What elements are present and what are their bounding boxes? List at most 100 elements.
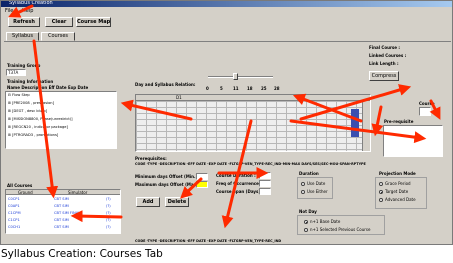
course-flag: (?) bbox=[106, 197, 111, 201]
tree-item[interactable]: ⊟ Flow Step bbox=[8, 93, 30, 97]
target-date-radio[interactable] bbox=[379, 190, 383, 194]
notday-label: Not Day bbox=[299, 209, 317, 214]
freq-label: Freq of Occurrence : bbox=[216, 181, 262, 186]
arrow-to-scroll bbox=[371, 105, 384, 137]
refresh-button[interactable]: Refresh bbox=[8, 17, 40, 27]
courses-list[interactable]: Ground Simulator C0CP1 CBT SIM (?) C0AP1… bbox=[5, 189, 121, 234]
tree-item[interactable]: ⊞ [DEGT , desc blurb] bbox=[8, 109, 47, 113]
tree-column-headers: Name Description Eff Date Exp Date bbox=[7, 85, 89, 90]
day-slider-track[interactable] bbox=[208, 76, 273, 78]
screenshot-frame: Syllabus Creation File Help Refresh Clea… bbox=[0, 0, 453, 245]
course-flag: (?) bbox=[106, 211, 111, 215]
tick-label: 5 bbox=[220, 86, 223, 91]
grid-scrollbar[interactable] bbox=[362, 101, 370, 151]
final-course-label: Final Course : bbox=[369, 45, 401, 50]
course-type: CBT SIM bbox=[54, 197, 69, 201]
course-type: CBT SIM bbox=[54, 218, 69, 222]
projection-label: Projection Mode bbox=[379, 171, 416, 176]
tick-label: 28 bbox=[274, 86, 280, 91]
tick-label: 25 bbox=[261, 86, 267, 91]
course-code: C1CP1 bbox=[8, 218, 20, 222]
course-code: C0AP1 bbox=[8, 204, 20, 208]
course-code: C1CPM bbox=[8, 211, 21, 215]
column-simulator[interactable]: Simulator bbox=[68, 190, 87, 195]
tree-item[interactable]: ⊞ [MISSION8800, Phase(unrestrict)] bbox=[8, 117, 73, 121]
course-flag: (?) bbox=[106, 218, 111, 222]
course-code: C0CP1 bbox=[8, 197, 20, 201]
tree-item[interactable]: ⊞ [PTRGRAD3 , promotions] bbox=[8, 133, 58, 137]
course-flag: (?) bbox=[106, 225, 111, 229]
day-grid-cells[interactable] bbox=[136, 101, 370, 151]
use-date-label: Use Date bbox=[307, 181, 326, 186]
span-label: Course Span (Days) : bbox=[216, 189, 264, 194]
advanced-date-label: Advanced Date bbox=[385, 197, 416, 202]
menu-bar: File Help bbox=[1, 7, 452, 15]
freq-input[interactable] bbox=[259, 180, 271, 187]
figure-caption: Syllabus Creation: Courses Tab bbox=[1, 248, 163, 260]
max-days-input[interactable] bbox=[196, 181, 208, 188]
min-days-label: Minimum days Offset (Min.) bbox=[135, 174, 198, 179]
use-either-radio[interactable] bbox=[301, 190, 305, 194]
grace-period-label: Grace Period bbox=[385, 181, 411, 186]
course-type: CBT SIM FINAL bbox=[54, 211, 81, 215]
menu-file[interactable]: File bbox=[5, 8, 13, 14]
grid-selection[interactable] bbox=[351, 109, 359, 137]
projection-group: Grace Period Target Date Advanced Date bbox=[375, 177, 427, 209]
course-label: Course bbox=[419, 101, 435, 106]
tick-label: 11 bbox=[233, 86, 239, 91]
duration-label: Duration bbox=[299, 171, 319, 176]
prerequisites-label: Prerequisites: bbox=[135, 156, 167, 161]
min-days-input[interactable] bbox=[196, 173, 208, 180]
prereq-column-headers: CODE -TYPE -DESCRIPTION -EFF DATE -EXP D… bbox=[135, 162, 366, 166]
all-courses-label: All Courses bbox=[7, 183, 33, 188]
delete-button[interactable]: Delete bbox=[165, 197, 189, 207]
link-length-label: Link Length : bbox=[369, 61, 399, 66]
day-grid[interactable]: D1 bbox=[135, 94, 371, 152]
training-group-label: Training Group bbox=[7, 63, 41, 68]
tab-courses[interactable]: Courses bbox=[41, 32, 75, 41]
training-tree[interactable]: ⊟ Flow Step ⊞ [PRE2008 , preseasion] ⊞ [… bbox=[5, 91, 117, 149]
course-code: C0CH1 bbox=[8, 225, 21, 229]
bottom-column-headers: CODE -TYPE -DESCRIPTION -EFF DATE -EXP D… bbox=[135, 239, 282, 243]
tick-label: 0 bbox=[206, 86, 209, 91]
course-duration-input[interactable] bbox=[259, 172, 271, 179]
grace-period-radio[interactable] bbox=[379, 182, 383, 186]
duration-group: Use Date Use Either bbox=[297, 177, 333, 199]
advanced-date-radio[interactable] bbox=[379, 198, 383, 202]
course-type: CBT SIM bbox=[54, 225, 69, 229]
course-type: CBT SIM bbox=[54, 204, 69, 208]
prerequisite-label: Pre-requisite bbox=[384, 119, 414, 124]
target-date-label: Target Date bbox=[385, 189, 409, 194]
tree-item[interactable]: ⊞ [REGCN20 , indicator package] bbox=[8, 125, 68, 129]
course-flag: (?) bbox=[106, 204, 111, 208]
courses-list-header: Ground Simulator bbox=[6, 190, 120, 195]
span-input[interactable] bbox=[259, 188, 271, 195]
column-ground[interactable]: Ground bbox=[18, 190, 33, 195]
course-map-button[interactable]: Course Map bbox=[76, 17, 111, 27]
use-either-label: Use Either bbox=[307, 189, 328, 194]
course-duration-label: Course Duration : bbox=[216, 173, 256, 178]
training-info-label: Training Information bbox=[7, 79, 54, 84]
course-box[interactable] bbox=[419, 107, 431, 116]
notday-group: n+1 Base Date n+1 Selected Previous Cour… bbox=[297, 215, 385, 235]
base-date-label: n+1 Base Date bbox=[310, 219, 341, 224]
prerequisite-box[interactable] bbox=[383, 125, 443, 157]
tick-label: 18 bbox=[247, 86, 253, 91]
max-days-label: Maximum days Offset (Max.) bbox=[135, 182, 200, 187]
tab-divider bbox=[4, 41, 451, 42]
window-title: Syllabus Creation bbox=[9, 0, 53, 6]
previous-course-radio[interactable] bbox=[304, 228, 308, 232]
tab-syllabus[interactable]: Syllabus bbox=[6, 32, 39, 41]
previous-course-label: n+1 Selected Previous Course bbox=[310, 227, 371, 232]
add-button[interactable]: Add bbox=[136, 197, 160, 207]
use-date-radio[interactable] bbox=[301, 182, 305, 186]
base-date-radio[interactable] bbox=[304, 220, 308, 224]
clear-button[interactable]: Clear bbox=[45, 17, 73, 27]
linked-courses-label: Linked Courses : bbox=[369, 53, 407, 58]
training-group-select[interactable]: T37A bbox=[6, 69, 26, 76]
compress-button[interactable]: Compress bbox=[369, 71, 399, 81]
menu-help[interactable]: Help bbox=[22, 8, 33, 14]
day-relation-label: Day and Syllabus Relation: bbox=[135, 82, 196, 87]
tree-item[interactable]: ⊞ [PRE2008 , preseasion] bbox=[8, 101, 54, 105]
day-slider-knob[interactable] bbox=[233, 73, 238, 80]
